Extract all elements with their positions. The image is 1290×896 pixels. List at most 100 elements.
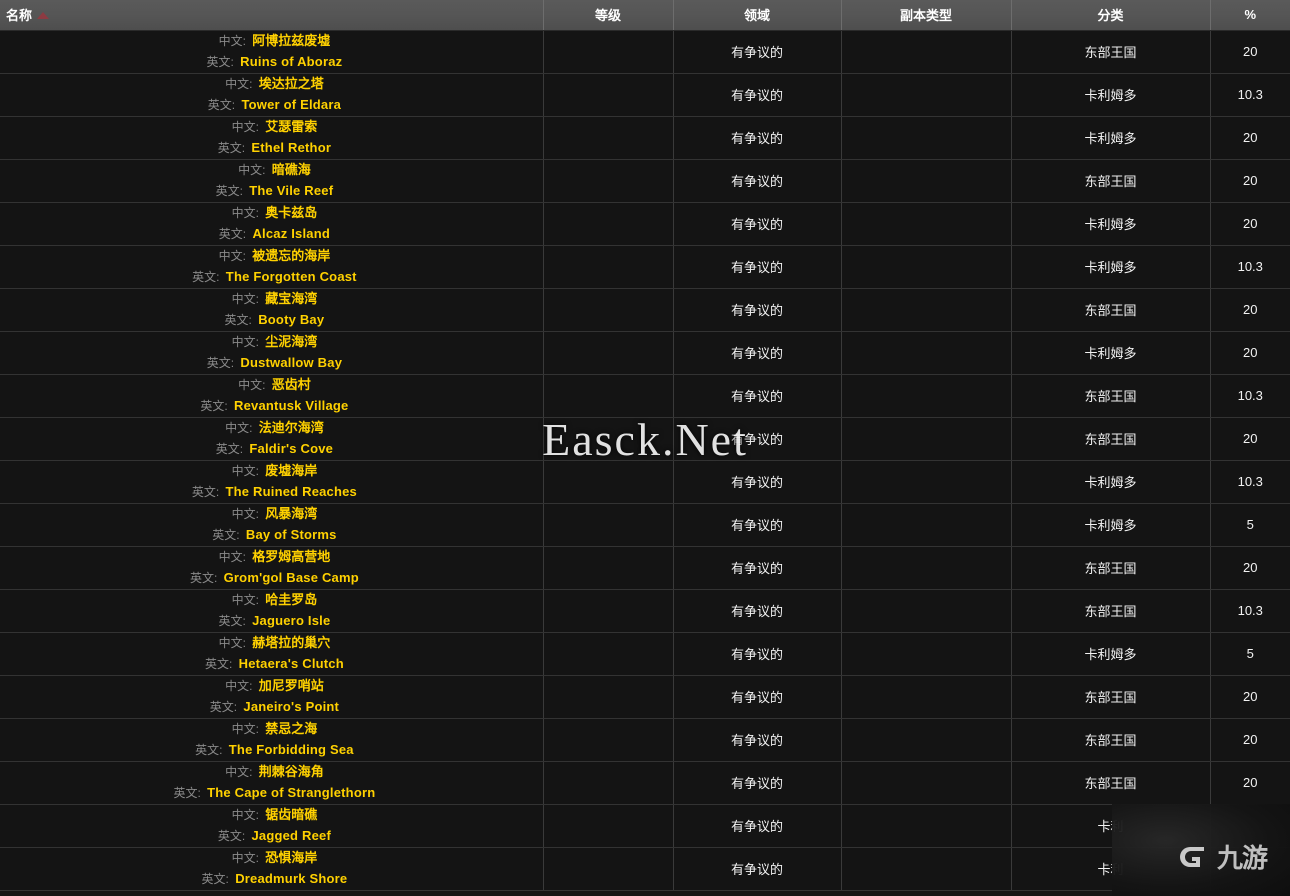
zone-name-en[interactable]: Jagged Reef [251, 828, 331, 843]
zone-name-en[interactable]: Janeiro's Point [243, 699, 339, 714]
table-row[interactable]: 中文: 暗礁海 英文: The Vile Reef 有争议的 东部王国 20 [0, 159, 1290, 203]
name-label-cn: 中文: [218, 550, 246, 565]
zone-name-en[interactable]: Revantusk Village [234, 398, 348, 413]
name-label-cn: 中文: [231, 206, 259, 221]
table-row[interactable]: 中文: 恶齿村 英文: Revantusk Village 有争议的 东部王国 10.3 [0, 374, 1290, 418]
cell-level [543, 116, 674, 160]
zone-name-cn[interactable]: 风暴海湾 [265, 506, 317, 521]
cell-name: 中文: 被遗忘的海岸 英文: The Forgotten Coast [0, 245, 544, 289]
zone-name-cn[interactable]: 暗礁海 [272, 162, 311, 177]
cell-name: 中文: 锯齿暗礁 英文: Jagged Reef [0, 804, 544, 848]
column-header-category[interactable]: 分类 [1011, 0, 1211, 31]
name-label-cn: 中文: [231, 464, 259, 479]
cell-pct: 20 [1210, 288, 1290, 332]
cell-instance [841, 374, 1012, 418]
table-row[interactable]: 中文: 藏宝海湾 英文: Booty Bay 有争议的 东部王国 20 [0, 288, 1290, 332]
zone-name-en[interactable]: Ethel Rethor [251, 140, 331, 155]
table-row[interactable]: 中文: 被遗忘的海岸 英文: The Forgotten Coast 有争议的 卡利姆多 1… [0, 245, 1290, 289]
table-row[interactable]: 中文: 奥卡兹岛 英文: Alcaz Island 有争议的 卡利姆多 20 [0, 202, 1290, 246]
zone-name-en[interactable]: Dreadmurk Shore [235, 871, 347, 886]
table-row[interactable]: 中文: 艾瑟雷索 英文: Ethel Rethor 有争议的 卡利姆多 20 [0, 116, 1290, 160]
name-label-en: 英文: [207, 97, 236, 112]
zone-name-en[interactable]: The Ruined Reaches [226, 484, 357, 499]
zone-name-cn[interactable]: 埃达拉之塔 [259, 76, 324, 91]
table-row[interactable]: 中文: 埃达拉之塔 英文: Tower of Eldara 有争议的 卡利姆多 10.3 [0, 73, 1290, 117]
cell-category: 卡利 [1011, 804, 1211, 848]
cell-name: 中文: 恐惧海岸 英文: Dreadmurk Shore [0, 847, 544, 891]
table-row[interactable]: 中文: 加尼罗哨站 英文: Janeiro's Point 有争议的 东部王国 20 [0, 675, 1290, 719]
table-row[interactable]: 中文: 阿博拉兹废墟 英文: Ruins of Aboraz 有争议的 东部王国 20 [0, 30, 1290, 74]
zone-name-cn[interactable]: 加尼罗哨站 [259, 678, 324, 693]
zone-name-en[interactable]: The Forbidding Sea [229, 742, 354, 757]
zone-name-cn[interactable]: 哈圭罗岛 [265, 592, 317, 607]
table-row[interactable]: 中文: 禁忌之海 英文: The Forbidding Sea 有争议的 东部王国 20 [0, 718, 1290, 762]
zone-name-en[interactable]: Faldir's Cove [249, 441, 333, 456]
zone-name-cn[interactable]: 恶齿村 [272, 377, 311, 392]
zone-name-cn[interactable]: 赫塔拉的巢穴 [252, 635, 330, 650]
zone-name-cn[interactable]: 尘泥海湾 [265, 334, 317, 349]
cell-level [543, 288, 674, 332]
zone-name-cn[interactable]: 法迪尔海湾 [259, 420, 324, 435]
zone-name-en[interactable]: Ruins of Aboraz [240, 54, 342, 69]
zone-name-cn[interactable]: 荆棘谷海角 [259, 764, 324, 779]
cell-name: 中文: 法迪尔海湾 英文: Faldir's Cove [0, 417, 544, 461]
table-row[interactable]: 中文: 赫塔拉的巢穴 英文: Hetaera's Clutch 有争议的 卡利姆多 5 [0, 632, 1290, 676]
zone-name-en[interactable]: Grom'gol Base Camp [224, 570, 359, 585]
zone-name-en[interactable]: Booty Bay [258, 312, 324, 327]
zone-name-cn[interactable]: 被遗忘的海岸 [252, 248, 330, 263]
table-row[interactable]: 中文: 风暴海湾 英文: Bay of Storms 有争议的 卡利姆多 5 [0, 503, 1290, 547]
zone-name-cn[interactable]: 锯齿暗礁 [265, 807, 317, 822]
zone-name-en[interactable]: Alcaz Island [252, 226, 330, 241]
table-row[interactable]: 中文: 锯齿暗礁 英文: Jagged Reef 有争议的 卡利 [0, 804, 1290, 848]
zone-name-en[interactable]: Jaguero Isle [252, 613, 330, 628]
name-line-cn: 中文: 禁忌之海 [6, 719, 537, 739]
cell-category: 东部王国 [1011, 761, 1211, 805]
zone-name-cn[interactable]: 奥卡兹岛 [265, 205, 317, 220]
zone-name-en[interactable]: Dustwallow Bay [240, 355, 342, 370]
zone-name-cn[interactable]: 恐惧海岸 [265, 850, 317, 865]
cell-instance [841, 589, 1012, 633]
zone-name-cn[interactable]: 格罗姆高营地 [252, 549, 330, 564]
cell-pct: 10.3 [1210, 73, 1290, 117]
zone-name-en[interactable]: The Forgotten Coast [226, 269, 357, 284]
cell-level [543, 632, 674, 676]
name-label-en: 英文: [192, 269, 220, 284]
zone-name-en[interactable]: The Vile Reef [249, 183, 333, 198]
sort-ascending-icon [37, 12, 50, 20]
column-header-domain[interactable]: 领域 [673, 0, 842, 31]
table-row[interactable]: 中文: 格罗姆高营地 英文: Grom'gol Base Camp 有争议的 东部王国 20 [0, 546, 1290, 590]
name-label-cn: 中文: [238, 163, 266, 178]
zone-name-en[interactable]: Bay of Storms [246, 527, 337, 542]
zone-table: 名称 等级 领域 副本类型 分类 % 中文: 阿博拉兹废墟英文: Ruins of … [0, 0, 1290, 891]
cell-level [543, 589, 674, 633]
name-line-en: 英文: Hetaera's Clutch [6, 654, 537, 674]
zone-name-cn[interactable]: 阿博拉兹废墟 [252, 33, 330, 48]
column-header-instance-type[interactable]: 副本类型 [841, 0, 1012, 31]
cell-category: 东部王国 [1011, 30, 1211, 74]
name-line-en: 英文: Revantusk Village [6, 396, 537, 416]
table-row[interactable]: 中文: 荆棘谷海角 英文: The Cape of Stranglethorn 有争议的… [0, 761, 1290, 805]
table-row[interactable]: 中文: 法迪尔海湾 英文: Faldir's Cove 有争议的 东部王国 20 [0, 417, 1290, 461]
name-label-en: 英文: [204, 656, 233, 671]
table-row[interactable]: 中文: 尘泥海湾 英文: Dustwallow Bay 有争议的 卡利姆多 20 [0, 331, 1290, 375]
column-header-level[interactable]: 等级 [543, 0, 674, 31]
zone-name-cn[interactable]: 艾瑟雷索 [265, 119, 317, 134]
cell-instance [841, 202, 1012, 246]
table-row[interactable]: 中文: 哈圭罗岛 英文: Jaguero Isle 有争议的 东部王国 10.3 [0, 589, 1290, 633]
cell-name: 中文: 藏宝海湾 英文: Booty Bay [0, 288, 544, 332]
cell-instance [841, 245, 1012, 289]
cell-category: 东部王国 [1011, 288, 1211, 332]
name-label-en: 英文: [217, 140, 246, 155]
table-row[interactable]: 中文: 废墟海岸 英文: The Ruined Reaches 有争议的 卡利姆多 10.3 [0, 460, 1290, 504]
zone-name-en[interactable]: The Cape of Stranglethorn [207, 785, 375, 800]
column-header-name[interactable]: 名称 [0, 0, 544, 31]
zone-name-en[interactable]: Hetaera's Clutch [239, 656, 344, 671]
table-row[interactable]: 中文: 恐惧海岸 英文: Dreadmurk Shore 有争议的 卡利 [0, 847, 1290, 891]
zone-name-cn[interactable]: 禁忌之海 [265, 721, 317, 736]
zone-name-en[interactable]: Tower of Eldara [241, 97, 341, 112]
column-header-percent[interactable]: % [1210, 0, 1290, 31]
name-label-en: 英文: [206, 355, 235, 370]
zone-name-cn[interactable]: 废墟海岸 [265, 463, 317, 478]
zone-name-cn[interactable]: 藏宝海湾 [265, 291, 317, 306]
name-label-en: 英文: [206, 54, 234, 69]
